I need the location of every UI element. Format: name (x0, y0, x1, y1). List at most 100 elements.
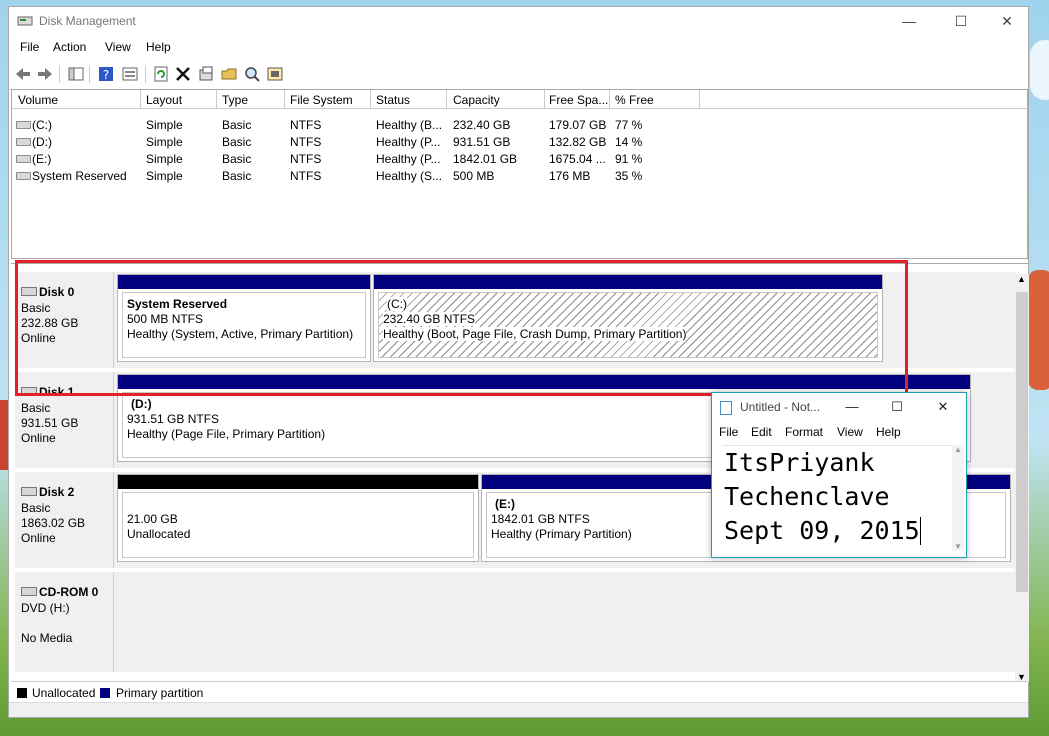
search-icon[interactable] (243, 65, 261, 83)
partition-system-reserved[interactable]: System Reserved 500 MB NTFS Healthy (Sys… (117, 274, 371, 362)
disk-size: 931.51 GB (21, 416, 79, 430)
back-arrow-icon[interactable] (14, 65, 32, 83)
delete-icon[interactable] (174, 65, 192, 83)
column-free-space[interactable]: Free Spa... (549, 93, 608, 107)
notepad-menu-edit[interactable]: Edit (751, 425, 772, 439)
disk-label[interactable]: Disk 2 Basic 1863.02 GB Online (15, 472, 114, 568)
column-file-system[interactable]: File System (290, 93, 353, 107)
column-capacity[interactable]: Capacity (453, 93, 500, 107)
disk-kind: Basic (21, 301, 51, 315)
volume-row[interactable]: System Reserved Simple Basic NTFS Health… (12, 167, 1027, 184)
notepad-close-button[interactable]: ✕ (923, 395, 963, 419)
disk-label[interactable]: Disk 1 Basic 931.51 GB Online (15, 372, 114, 468)
scroll-up-icon[interactable]: ▲ (954, 445, 962, 454)
desktop-character (1028, 270, 1049, 390)
volume-row[interactable]: (D:) Simple Basic NTFS Healthy (P... 931… (12, 133, 1027, 150)
cell-volume: System Reserved (32, 169, 127, 183)
menu-bar: File Action View Help (9, 37, 1028, 57)
properties-icon[interactable] (197, 65, 215, 83)
menu-view[interactable]: View (105, 40, 131, 54)
disk-view-scrollbar[interactable]: ▲ ▼ (1015, 274, 1029, 682)
cell-file-system: NTFS (290, 152, 322, 166)
unallocated-bar (118, 475, 478, 489)
partition-body-selected: (C:) 232.40 GB NTFS Healthy (Boot, Page … (378, 292, 878, 358)
column-percent-free[interactable]: % Free (615, 93, 654, 107)
help-icon[interactable]: ? (97, 65, 115, 83)
notepad-line-text: Sept 09, 2015 (724, 516, 920, 545)
cell-type: Basic (222, 135, 252, 149)
disk-icon (21, 387, 37, 396)
partition-size: 1842.01 GB NTFS (491, 512, 590, 526)
scroll-down-icon[interactable]: ▼ (954, 542, 962, 551)
disk-row-cdrom: CD-ROM 0 DVD (H:) No Media (15, 572, 1015, 672)
cell-free-space: 179.07 GB (549, 118, 607, 132)
settings-icon[interactable] (266, 65, 284, 83)
disk-kind: Basic (21, 501, 51, 515)
column-divider[interactable] (216, 90, 217, 108)
drive-icon (16, 121, 31, 129)
cell-layout: Simple (146, 135, 183, 149)
partition-size: 232.40 GB NTFS (383, 312, 476, 326)
volume-list: Volume Layout Type File System Status Ca… (11, 89, 1028, 259)
minimize-button[interactable]: — (886, 7, 932, 35)
partition-status: Healthy (Boot, Page File, Crash Dump, Pr… (383, 327, 687, 341)
column-divider[interactable] (446, 90, 447, 108)
notepad-scrollbar[interactable]: ▲ ▼ (952, 445, 964, 551)
legend-primary: Primary partition (116, 686, 204, 700)
close-button[interactable]: ✕ (984, 7, 1030, 35)
menu-help[interactable]: Help (146, 40, 171, 54)
refresh-icon[interactable] (152, 65, 170, 83)
forward-arrow-icon[interactable] (36, 65, 54, 83)
partition-title: (D:) (131, 397, 152, 411)
notepad-minimize-button[interactable]: — (832, 395, 872, 419)
notepad-title: Untitled - Not... (740, 400, 821, 414)
disk-name: Disk 0 (39, 285, 75, 299)
column-divider[interactable] (699, 90, 700, 108)
maximize-button[interactable]: ☐ (938, 7, 984, 35)
scrollbar-thumb[interactable] (1016, 292, 1028, 592)
partition-unallocated[interactable]: 21.00 GB Unallocated (117, 474, 479, 562)
cell-file-system: NTFS (290, 135, 322, 149)
volume-row[interactable]: (C:) Simple Basic NTFS Healthy (B... 232… (12, 116, 1027, 133)
column-volume[interactable]: Volume (18, 93, 58, 107)
notepad-maximize-button[interactable]: ☐ (877, 395, 917, 419)
cell-free-space: 1675.04 ... (549, 152, 606, 166)
toolbar-separator (145, 65, 146, 83)
column-divider[interactable] (370, 90, 371, 108)
console-tree-icon[interactable] (67, 65, 85, 83)
partition-c[interactable]: (C:) 232.40 GB NTFS Healthy (Boot, Page … (373, 274, 883, 362)
properties-view-icon[interactable] (121, 65, 139, 83)
column-divider[interactable] (284, 90, 285, 108)
column-divider[interactable] (609, 90, 610, 108)
notepad-menu-help[interactable]: Help (876, 425, 901, 439)
cell-capacity: 931.51 GB (453, 135, 511, 149)
column-type[interactable]: Type (222, 93, 248, 107)
column-layout[interactable]: Layout (146, 93, 182, 107)
text-caret (919, 517, 921, 545)
disk-row-0: Disk 0 Basic 232.88 GB Online System Res… (15, 272, 1015, 368)
disk-state: No Media (21, 631, 73, 645)
title-bar: Disk Management — ☐ ✕ (9, 7, 1028, 35)
cell-layout: Simple (146, 152, 183, 166)
notepad-text-area[interactable]: ItsPriyank Techenclave Sept 09, 2015 (722, 445, 952, 552)
disk-name: CD-ROM 0 (39, 585, 99, 599)
notepad-menu-view[interactable]: View (837, 425, 863, 439)
disk-state: Online (21, 531, 56, 545)
disk-state: Online (21, 431, 56, 445)
disk-label[interactable]: CD-ROM 0 DVD (H:) No Media (15, 572, 114, 672)
column-divider[interactable] (140, 90, 141, 108)
partition-body: 21.00 GB Unallocated (122, 492, 474, 558)
volume-row[interactable]: (E:) Simple Basic NTFS Healthy (P... 184… (12, 150, 1027, 167)
column-divider[interactable] (544, 90, 545, 108)
open-icon[interactable] (220, 65, 238, 83)
column-status[interactable]: Status (376, 93, 410, 107)
disk-label[interactable]: Disk 0 Basic 232.88 GB Online (15, 272, 114, 368)
disk-kind: DVD (H:) (21, 601, 70, 615)
drive-icon (16, 172, 31, 180)
menu-file[interactable]: File (20, 40, 39, 54)
notepad-menu-file[interactable]: File (719, 425, 738, 439)
cell-type: Basic (222, 152, 252, 166)
scroll-up-icon[interactable]: ▲ (1017, 274, 1026, 284)
menu-action[interactable]: Action (53, 40, 86, 54)
notepad-menu-format[interactable]: Format (785, 425, 823, 439)
